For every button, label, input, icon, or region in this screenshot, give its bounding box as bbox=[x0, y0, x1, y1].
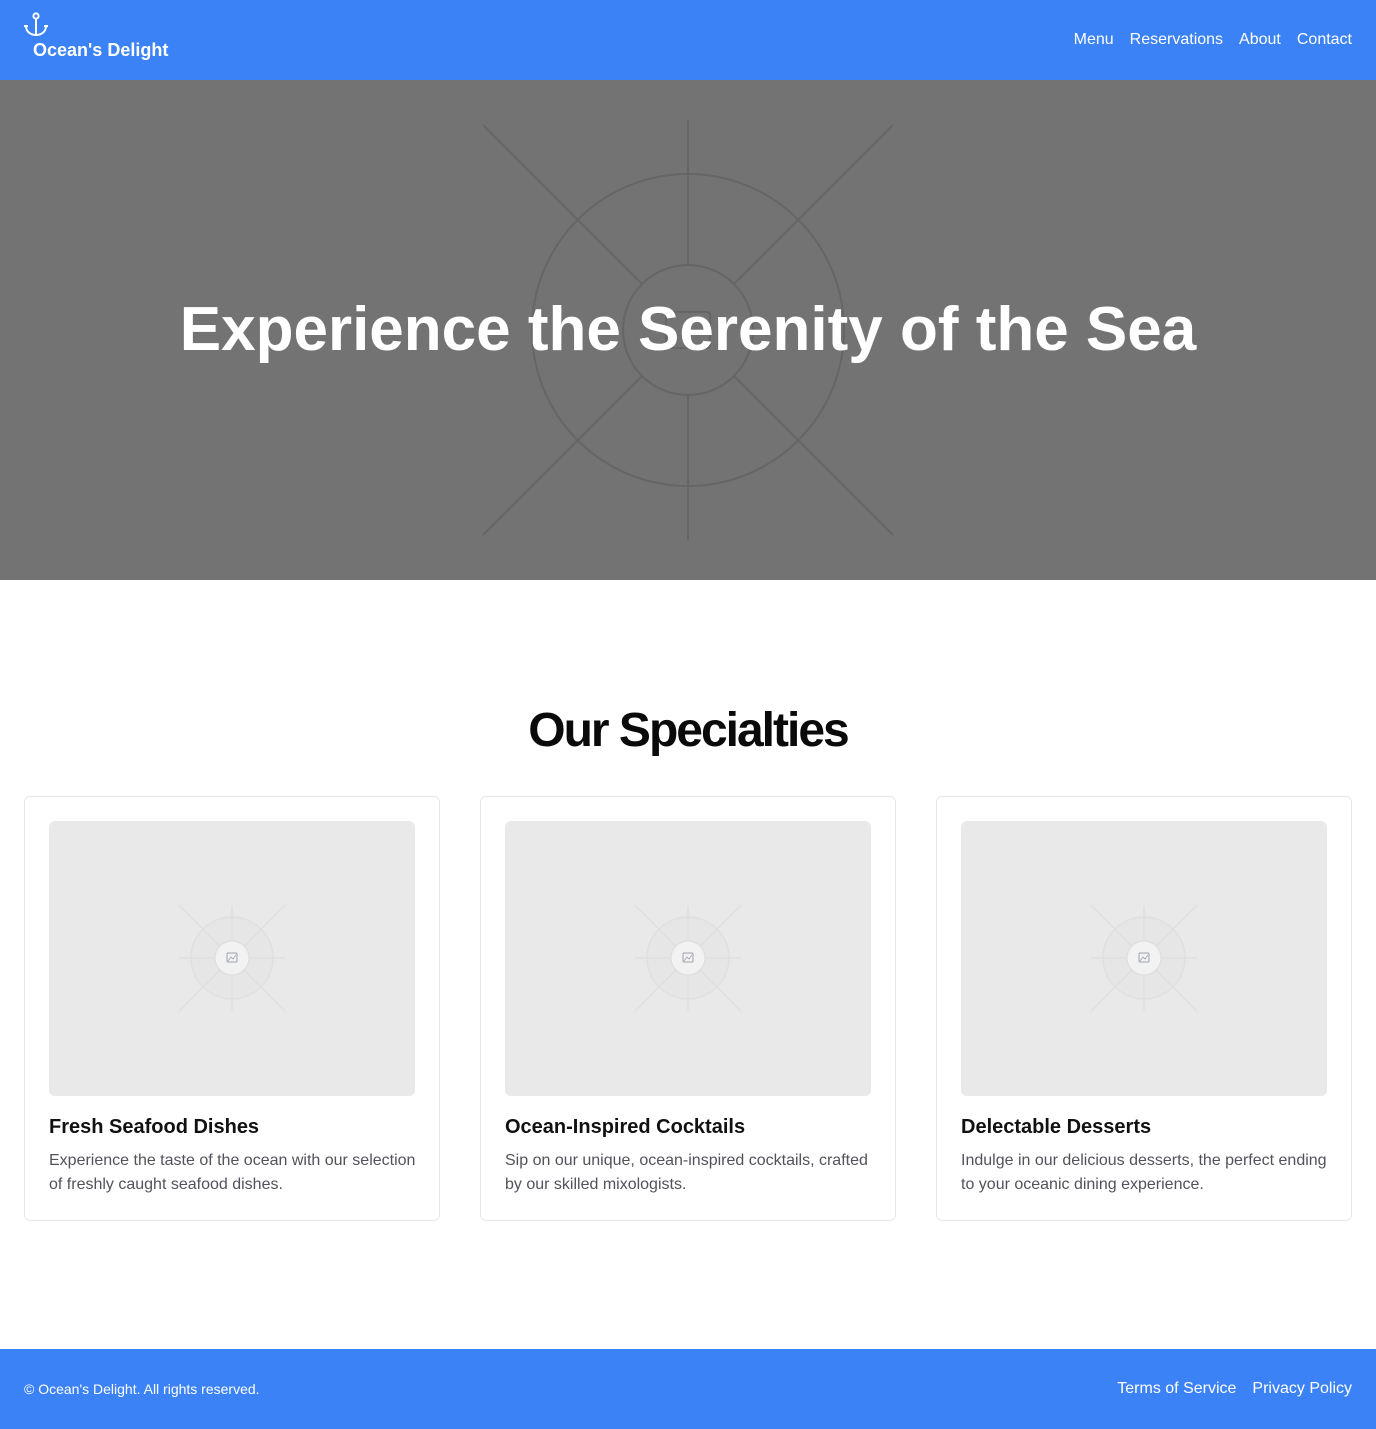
card-image bbox=[49, 821, 415, 1096]
image-placeholder-icon bbox=[178, 904, 286, 1012]
nav-reservations[interactable]: Reservations bbox=[1130, 30, 1223, 50]
card-image bbox=[505, 821, 871, 1096]
card-title: Fresh Seafood Dishes bbox=[49, 1116, 260, 1138]
card-description: Indulge in our delicious desserts, the p… bbox=[961, 1152, 1327, 1193]
nav-contact[interactable]: Contact bbox=[1297, 30, 1352, 50]
main-nav: Menu Reservations About Contact bbox=[1074, 30, 1352, 50]
card-title: Ocean-Inspired Cocktails bbox=[505, 1116, 746, 1138]
image-placeholder-icon bbox=[634, 904, 742, 1012]
copyright-text: © Ocean's Delight. All rights reserved. bbox=[24, 1381, 260, 1397]
card-image bbox=[961, 821, 1327, 1096]
site-header: Ocean's Delight Menu Reservations About … bbox=[0, 0, 1376, 80]
hero-title: Experience the Serenity of the Sea bbox=[179, 295, 1197, 364]
card-description: Experience the taste of the ocean with o… bbox=[49, 1152, 416, 1193]
card-title: Delectable Desserts bbox=[961, 1116, 1152, 1138]
specialty-card[interactable]: Fresh Seafood Dishes Experience the tast… bbox=[24, 796, 440, 1221]
specialties-title: Our Specialties bbox=[528, 704, 849, 757]
footer-links: Terms of Service Privacy Policy bbox=[1117, 1379, 1352, 1399]
terms-of-service-link[interactable]: Terms of Service bbox=[1117, 1379, 1236, 1399]
specialty-card[interactable]: Delectable Desserts Indulge in our delic… bbox=[936, 796, 1352, 1221]
brand-name: Ocean's Delight bbox=[33, 40, 169, 60]
specialty-card[interactable]: Ocean-Inspired Cocktails Sip on our uniq… bbox=[480, 796, 896, 1221]
image-placeholder-icon bbox=[1090, 904, 1198, 1012]
card-description: Sip on our unique, ocean-inspired cockta… bbox=[505, 1152, 868, 1193]
site-footer: © Ocean's Delight. All rights reserved. … bbox=[0, 1349, 1376, 1429]
hero-section: Experience the Serenity of the Sea bbox=[0, 80, 1376, 580]
anchor-icon bbox=[24, 12, 48, 37]
privacy-policy-link[interactable]: Privacy Policy bbox=[1252, 1379, 1352, 1399]
nav-about[interactable]: About bbox=[1239, 30, 1281, 50]
nav-menu[interactable]: Menu bbox=[1074, 30, 1114, 50]
